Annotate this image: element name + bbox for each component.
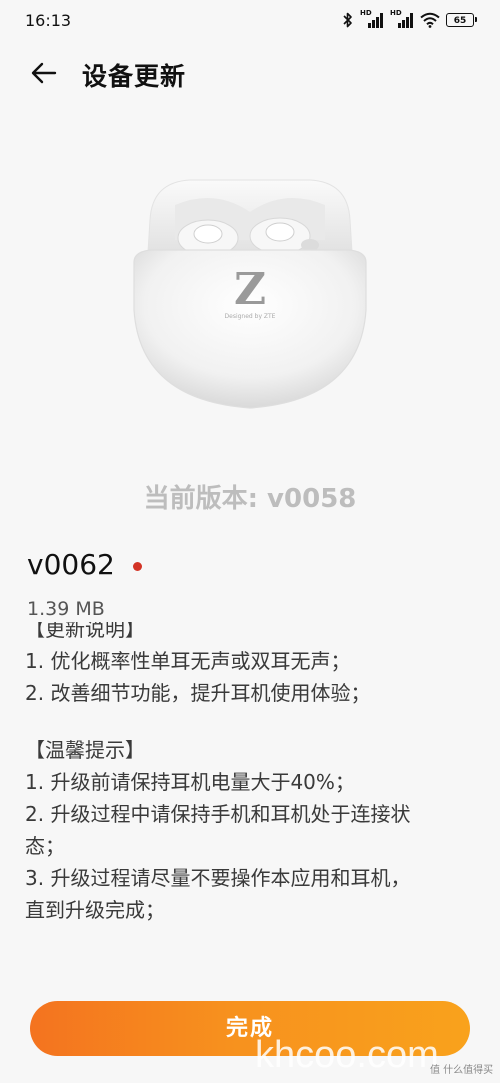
- case-logo-letter: Z: [234, 264, 266, 315]
- watermark-text: khcoo.com: [255, 1034, 439, 1076]
- back-arrow-icon[interactable]: [30, 60, 58, 86]
- tips-item: 直到升级完成；: [25, 898, 165, 922]
- status-bar: 16:13 HD HD 65: [0, 0, 500, 40]
- tips-item: 3. 升级过程请尽量不要操作本应用和耳机，: [25, 866, 411, 890]
- tips-section-title: 【温馨提示】: [25, 738, 145, 762]
- tips-item: 1. 升级前请保持耳机电量大于40%；: [25, 770, 355, 794]
- current-version-label: 当前版本: v0058: [143, 484, 357, 514]
- file-size-label: 1.39 MB: [27, 598, 105, 620]
- notes-item: 1. 优化概率性单耳无声或双耳无声；: [25, 649, 351, 673]
- notes-item: 2. 改善细节功能，提升耳机使用体验；: [25, 681, 371, 705]
- bluetooth-icon: [343, 12, 352, 28]
- earbuds-case-image: Z Designed by ZTE: [133, 179, 367, 409]
- case-logo-text: Designed by ZTE: [225, 313, 276, 320]
- tips-item: 态；: [25, 834, 65, 858]
- signal-hd-label: HD: [360, 9, 372, 17]
- app-header: 设备更新: [0, 48, 500, 98]
- watermark-small-text: 值 什么值得买: [430, 1065, 494, 1076]
- battery-icon: 65: [446, 13, 477, 27]
- release-notes: 【更新说明】 1. 优化概率性单耳无声或双耳无声； 2. 改善细节功能，提升耳机…: [25, 622, 480, 930]
- new-version-badge-dot: [133, 562, 142, 571]
- status-icons: HD HD 65: [342, 9, 477, 30]
- new-version-label: v0062: [27, 548, 115, 581]
- notes-section-title: 【更新说明】: [25, 622, 145, 641]
- wifi-icon: [420, 12, 440, 28]
- signal-hd-label: HD: [390, 9, 402, 17]
- signal-icon-1: HD: [360, 9, 384, 28]
- signal-icon-2: HD: [390, 9, 414, 28]
- status-time: 16:13: [25, 11, 72, 30]
- tips-item: 2. 升级过程中请保持手机和耳机处于连接状: [25, 802, 411, 826]
- page-title: 设备更新: [82, 62, 187, 91]
